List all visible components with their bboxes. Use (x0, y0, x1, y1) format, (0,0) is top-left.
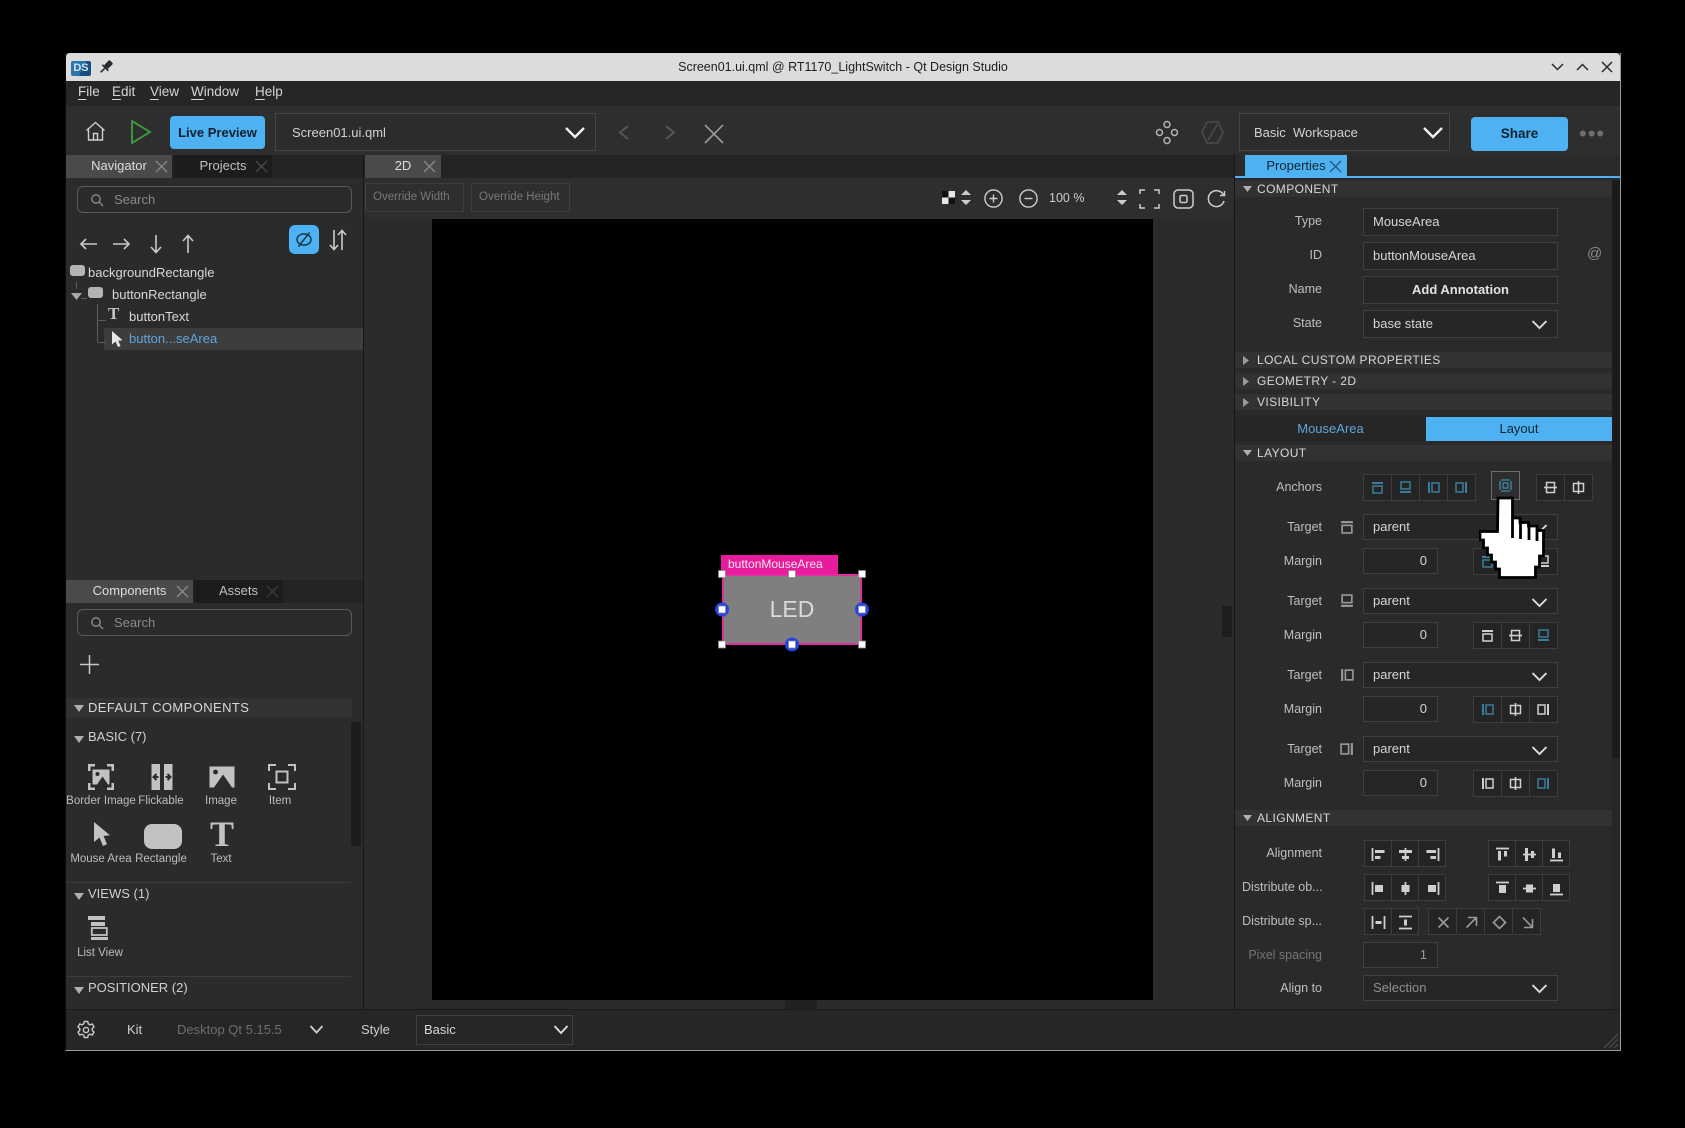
svg-text:T: T (108, 304, 120, 323)
